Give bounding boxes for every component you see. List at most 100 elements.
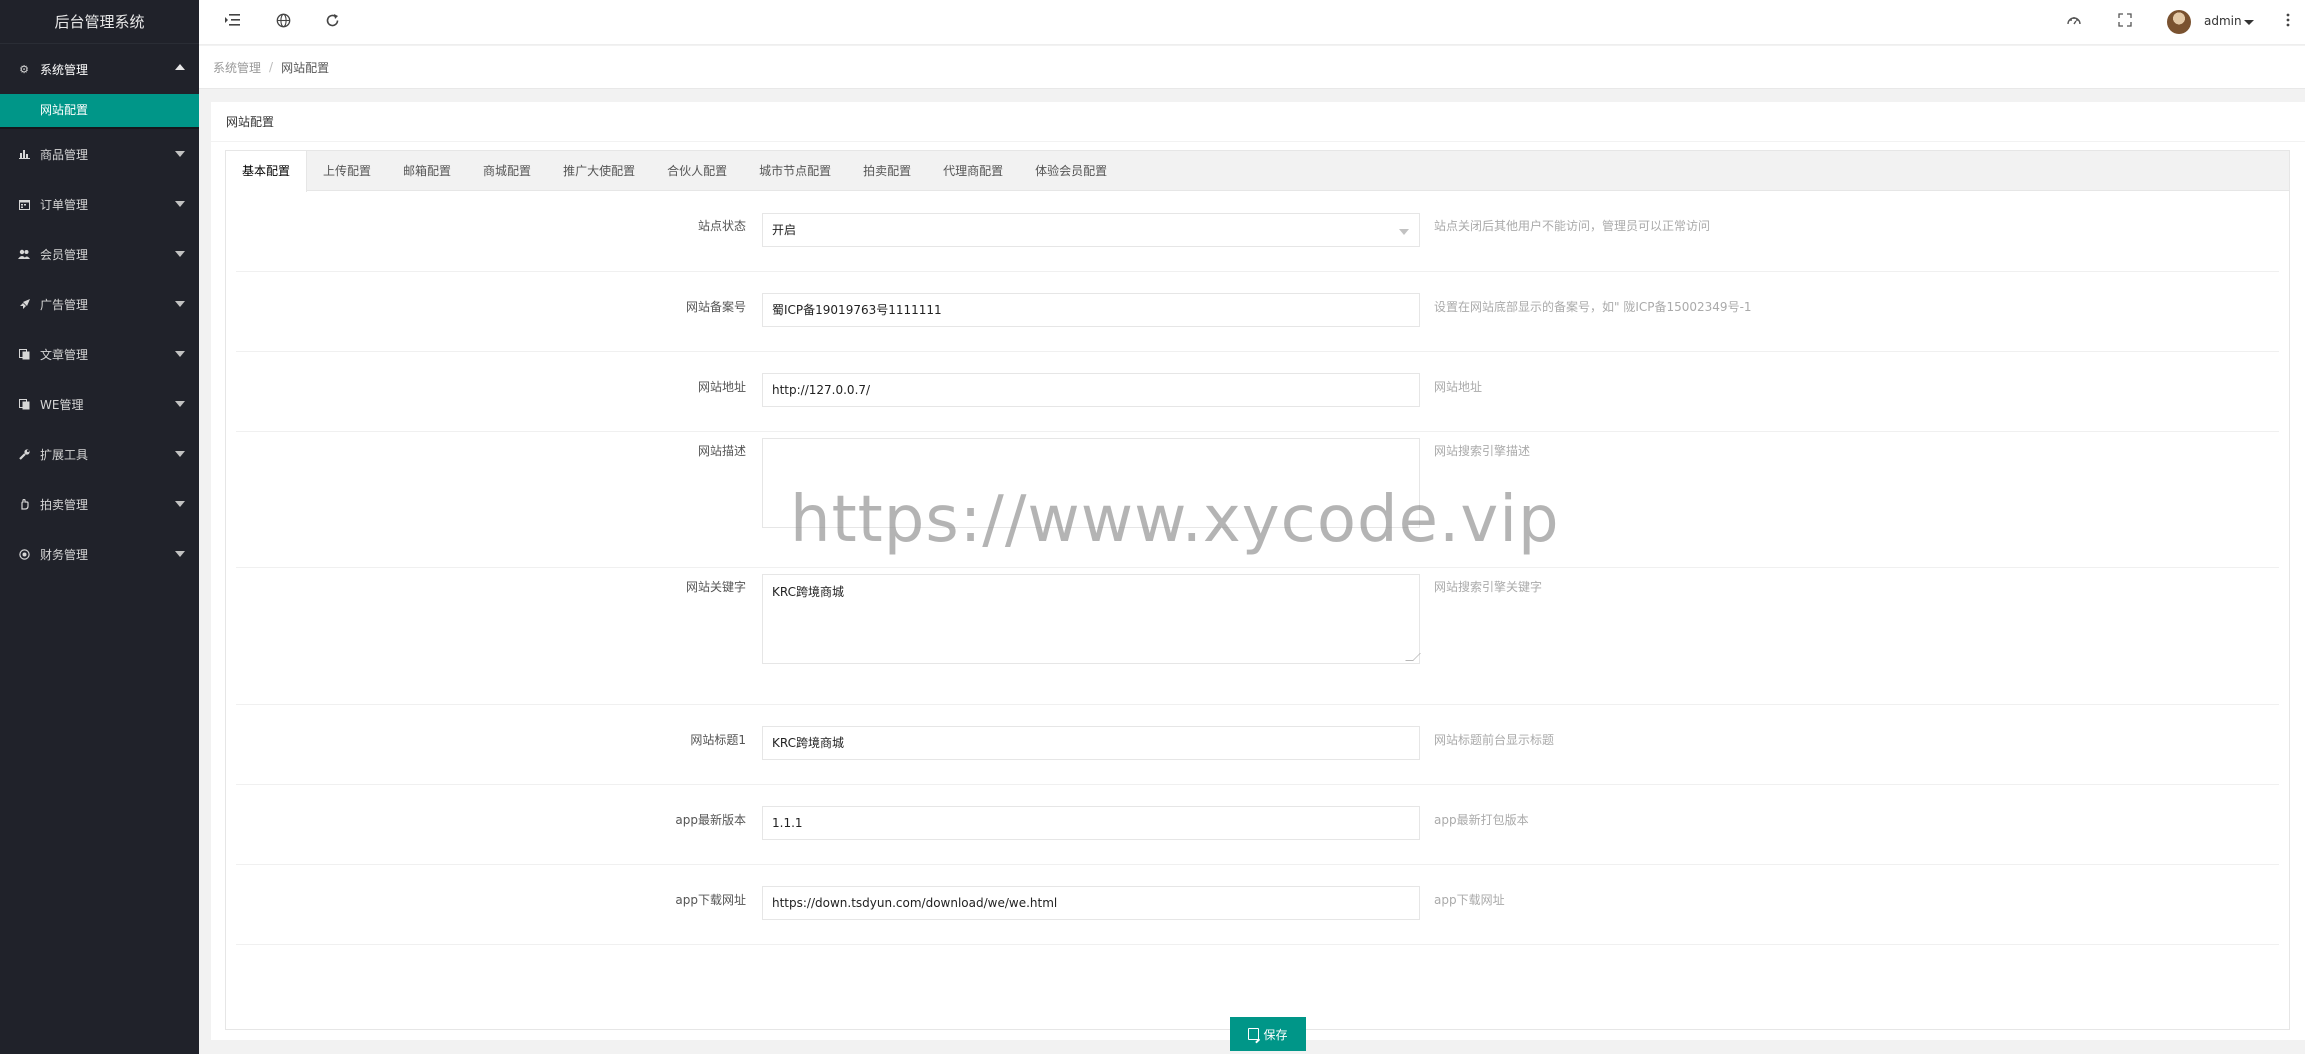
chevron-down-icon[interactable]: [2244, 20, 2254, 25]
rocket-icon: [18, 298, 30, 310]
tab-trial-member[interactable]: 体验会员配置: [1019, 151, 1123, 191]
field-tip: 网站搜索引擎关键字: [1434, 580, 1543, 594]
sidebar: 后台管理系统 ⚙ 系统管理 网站配置 商品管理 订单管理 会员管理 广告管理 文…: [0, 0, 199, 1054]
chevron-down-icon: [1399, 229, 1409, 235]
avatar[interactable]: [2167, 10, 2191, 34]
form-row-site-status: 站点状态 开启 站点关闭后其他用户不能访问，管理员可以正常访问: [236, 192, 2279, 272]
circle-icon: [18, 548, 30, 560]
chevron-down-icon: [175, 501, 185, 507]
chevron-down-icon: [175, 201, 185, 207]
sidebar-item-label: 系统管理: [40, 62, 89, 77]
hand-icon: [18, 498, 30, 510]
form-row-keywords: 网站关键字 KRC跨境商城 网站搜索引擎关键字: [236, 568, 2279, 705]
sidebar-item-label: 扩展工具: [40, 447, 89, 462]
refresh-icon[interactable]: [323, 13, 341, 31]
copy-icon: [18, 348, 30, 360]
tab-city-node[interactable]: 城市节点配置: [743, 151, 847, 191]
watermark-text: https://www.xycode.vip: [790, 483, 1560, 557]
sidebar-item-members[interactable]: 会员管理: [0, 229, 199, 279]
sidebar-item-ads[interactable]: 广告管理: [0, 279, 199, 329]
breadcrumb-parent[interactable]: 系统管理: [213, 59, 261, 76]
sidebar-item-label: 会员管理: [40, 247, 89, 262]
select-value: 开启: [772, 223, 797, 237]
breadcrumb: 系统管理 / 网站配置: [199, 46, 2305, 89]
fullscreen-icon[interactable]: [2116, 13, 2134, 31]
title1-input[interactable]: KRC跨境商城: [762, 726, 1420, 760]
tab-container: 基本配置 上传配置 邮箱配置 商城配置 推广大使配置 合伙人配置 城市节点配置 …: [225, 150, 2290, 1051]
resize-handle[interactable]: [1405, 653, 1421, 661]
chevron-down-icon: [175, 151, 185, 157]
tab-partner[interactable]: 合伙人配置: [651, 151, 743, 191]
chevron-up-icon: [175, 64, 185, 70]
copy-icon: [18, 398, 30, 410]
sidebar-item-we[interactable]: WE管理: [0, 379, 199, 429]
form-row-url: 网站地址 http://127.0.0.7/ 网站地址: [236, 352, 2279, 432]
sidebar-item-label: 广告管理: [40, 297, 89, 312]
sidebar-item-goods[interactable]: 商品管理: [0, 129, 199, 179]
field-label: 站点状态: [697, 219, 746, 233]
sidebar-item-label: WE管理: [40, 397, 84, 412]
theme-icon[interactable]: [2065, 13, 2083, 31]
page-title: 网站配置: [211, 102, 2305, 142]
breadcrumb-separator: /: [269, 60, 274, 74]
chevron-down-icon: [175, 551, 185, 557]
field-label: 网站关键字: [685, 580, 746, 594]
chevron-down-icon: [175, 351, 185, 357]
tab-basic[interactable]: 基本配置: [226, 151, 308, 192]
sidebar-item-orders[interactable]: 订单管理: [0, 179, 199, 229]
app-version-input[interactable]: 1.1.1: [762, 806, 1420, 840]
app-url-input[interactable]: https://down.tsdyun.com/download/we/we.h…: [762, 886, 1420, 920]
tab-email[interactable]: 邮箱配置: [387, 151, 467, 191]
user-name[interactable]: admin: [2204, 14, 2242, 28]
sidebar-subitem-site-config[interactable]: 网站配置: [0, 94, 199, 127]
tab-upload[interactable]: 上传配置: [307, 151, 387, 191]
wrench-icon: [18, 448, 30, 460]
edit-icon: [1248, 1028, 1260, 1040]
site-url-input[interactable]: http://127.0.0.7/: [762, 373, 1420, 407]
tab-auction[interactable]: 拍卖配置: [847, 151, 927, 191]
tab-agent[interactable]: 代理商配置: [927, 151, 1019, 191]
breadcrumb-current: 网站配置: [281, 60, 330, 75]
field-label: 网站标题1: [690, 733, 746, 747]
form-row-app-url: app下载网址 https://down.tsdyun.com/download…: [236, 865, 2279, 945]
chevron-down-icon: [175, 301, 185, 307]
sidebar-item-label: 订单管理: [40, 197, 89, 212]
field-label: app最新版本: [675, 813, 746, 827]
form-row-title1: 网站标题1 KRC跨境商城 网站标题前台显示标题: [236, 705, 2279, 785]
field-tip: 网站搜索引擎描述: [1434, 444, 1531, 458]
sidebar-item-tools[interactable]: 扩展工具: [0, 429, 199, 479]
field-label: app下载网址: [675, 893, 746, 907]
field-label: 网站地址: [697, 380, 746, 394]
field-tip: 设置在网站底部显示的备案号，如" 陇ICP备15002349号-1: [1434, 300, 1752, 314]
sidebar-item-label: 商品管理: [40, 147, 89, 162]
save-button[interactable]: 保存: [1230, 1017, 1306, 1051]
more-vertical-icon[interactable]: [2279, 13, 2297, 31]
field-tip: 网站标题前台显示标题: [1434, 733, 1555, 747]
sidebar-item-auction[interactable]: 拍卖管理: [0, 479, 199, 529]
chart-icon: [18, 148, 30, 160]
sidebar-item-label: 文章管理: [40, 347, 89, 362]
tab-promoter[interactable]: 推广大使配置: [547, 151, 651, 191]
form-row-icp: 网站备案号 蜀ICP备19019763号1111111 设置在网站底部显示的备案…: [236, 272, 2279, 352]
menu-toggle-icon[interactable]: [224, 13, 242, 31]
globe-icon[interactable]: [274, 13, 292, 31]
sidebar-item-system[interactable]: ⚙ 系统管理: [0, 44, 199, 94]
sidebar-submenu: 网站配置: [0, 94, 199, 129]
app-title: 后台管理系统: [0, 0, 199, 44]
tab-bar: 基本配置 上传配置 邮箱配置 商城配置 推广大使配置 合伙人配置 城市节点配置 …: [226, 151, 2289, 192]
config-card: 网站配置 基本配置 上传配置 邮箱配置 商城配置 推广大使配置 合伙人配置 城市…: [211, 102, 2305, 1051]
form-row-app-version: app最新版本 1.1.1 app最新打包版本: [236, 785, 2279, 865]
chevron-down-icon: [175, 401, 185, 407]
icp-input[interactable]: 蜀ICP备19019763号1111111: [762, 293, 1420, 327]
tab-mall[interactable]: 商城配置: [467, 151, 547, 191]
field-tip: 网站地址: [1434, 380, 1483, 394]
gear-icon: ⚙: [19, 62, 29, 76]
sidebar-item-label: 财务管理: [40, 547, 89, 562]
sidebar-item-articles[interactable]: 文章管理: [0, 329, 199, 379]
keywords-textarea[interactable]: KRC跨境商城: [762, 574, 1421, 664]
sidebar-item-finance[interactable]: 财务管理: [0, 529, 199, 579]
chevron-down-icon: [175, 451, 185, 457]
site-status-select[interactable]: 开启: [762, 213, 1420, 247]
top-header: admin: [199, 0, 2305, 45]
field-label: 网站备案号: [685, 300, 746, 314]
